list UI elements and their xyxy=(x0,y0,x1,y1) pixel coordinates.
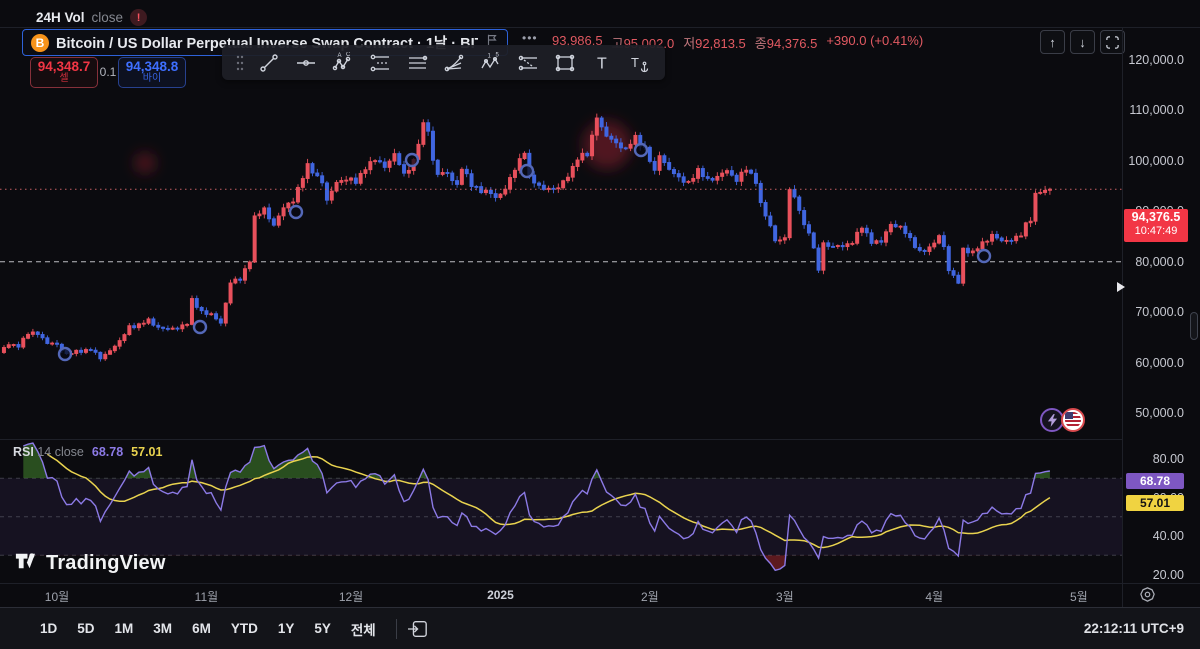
tradingview-logo-icon xyxy=(13,547,40,579)
range-button-6m[interactable]: 6M xyxy=(182,617,221,640)
top-pane-indicator-title: 24H Vol xyxy=(36,10,85,25)
price-tick-label: 100,000.0 xyxy=(1128,154,1184,168)
event-marker[interactable] xyxy=(521,165,533,177)
top-pane-indicator-detail: close xyxy=(92,10,124,25)
price-marker-arrow-icon xyxy=(1117,282,1125,292)
time-axis-label: 10월 xyxy=(45,588,69,605)
tradingview-logo-text: TradingView xyxy=(46,552,166,575)
candlestick-chart[interactable] xyxy=(0,28,1122,440)
price-tick-label: 70,000.0 xyxy=(1135,305,1184,319)
range-button-5y[interactable]: 5Y xyxy=(304,617,341,640)
range-button-1m[interactable]: 1M xyxy=(105,617,144,640)
event-marker[interactable] xyxy=(978,250,990,262)
range-button-1d[interactable]: 1D xyxy=(30,617,67,640)
price-tick-label: 80,000.0 xyxy=(1135,255,1184,269)
tradingview-chart-app: 24H Vol close ! B Bitcoin / US Dollar Pe… xyxy=(0,0,1200,649)
last-price-value: 94,376.5 xyxy=(1124,210,1188,225)
toolbar-divider xyxy=(396,619,397,639)
price-tick-label: 120,000.0 xyxy=(1128,53,1184,67)
bar-close-countdown: 10:47:49 xyxy=(1124,225,1188,238)
rsi-ma-value: 57.01 xyxy=(131,445,162,459)
us-flag-badge-icon[interactable] xyxy=(1061,408,1085,432)
tradingview-logo[interactable]: TradingView xyxy=(13,547,166,579)
clock[interactable]: 22:12:11 UTC+9 xyxy=(1084,621,1184,636)
time-axis-label: 4월 xyxy=(925,588,943,605)
highlight-blob xyxy=(135,153,155,173)
up-candles xyxy=(2,114,1051,361)
event-marker[interactable] xyxy=(406,154,418,166)
range-button-전체[interactable]: 전체 xyxy=(341,615,386,643)
range-button-3m[interactable]: 3M xyxy=(143,617,182,640)
go-to-date-icon[interactable] xyxy=(407,619,429,639)
time-axis-label: 11월 xyxy=(195,588,219,605)
time-axis-label: 2월 xyxy=(641,588,659,605)
rsi-params: 14 close xyxy=(37,445,84,459)
rsi-value-label: 68.78 xyxy=(1126,473,1184,489)
timezone-settings-gear-icon[interactable] xyxy=(1139,586,1156,608)
event-marker[interactable] xyxy=(59,348,71,360)
event-marker[interactable] xyxy=(635,144,647,156)
time-axis-label: 3월 xyxy=(776,588,794,605)
range-button-1y[interactable]: 1Y xyxy=(268,617,305,640)
rsi-chart[interactable] xyxy=(0,440,1122,583)
event-marker[interactable] xyxy=(194,321,206,333)
rsi-title: RSI xyxy=(13,445,34,459)
top-pane-legend: 24H Vol close ! xyxy=(36,9,147,26)
bottom-toolbar: 1D5D1M3M6MYTD1Y5Y전체 22:12:11 UTC+9 xyxy=(0,607,1200,649)
range-button-ytd[interactable]: YTD xyxy=(221,617,268,640)
price-axis[interactable]: 20.0040.0060.0080.0050,000.060,000.070,0… xyxy=(1122,28,1200,583)
price-tick-label: 50,000.0 xyxy=(1135,406,1184,420)
time-axis-label: 5월 xyxy=(1070,588,1088,605)
price-tick-label: 110,000.0 xyxy=(1129,103,1184,117)
rsi-ma-label: 57.01 xyxy=(1126,495,1184,511)
time-axis[interactable]: 10월 11월 12월 2025 2월 3월 4월 5월 xyxy=(0,583,1122,607)
last-price-label: 94,376.5 10:47:49 xyxy=(1124,209,1188,242)
rsi-legend: RSI 14 close 68.78 57.01 xyxy=(13,445,162,459)
rsi-tick-label: 40.00 xyxy=(1153,529,1184,543)
range-button-5d[interactable]: 5D xyxy=(67,617,104,640)
chart-badges xyxy=(1040,408,1085,432)
warning-icon[interactable]: ! xyxy=(130,9,147,26)
event-marker[interactable] xyxy=(290,206,302,218)
price-tick-label: 60,000.0 xyxy=(1135,356,1184,370)
side-panel-handle[interactable] xyxy=(1190,312,1198,340)
rsi-value: 68.78 xyxy=(92,445,123,459)
down-candles xyxy=(17,116,1013,362)
rsi-tick-label: 80.00 xyxy=(1153,452,1184,466)
time-axis-label: 2025 xyxy=(487,588,514,602)
time-axis-label: 12월 xyxy=(339,588,363,605)
rsi-tick-label: 20.00 xyxy=(1153,568,1184,582)
